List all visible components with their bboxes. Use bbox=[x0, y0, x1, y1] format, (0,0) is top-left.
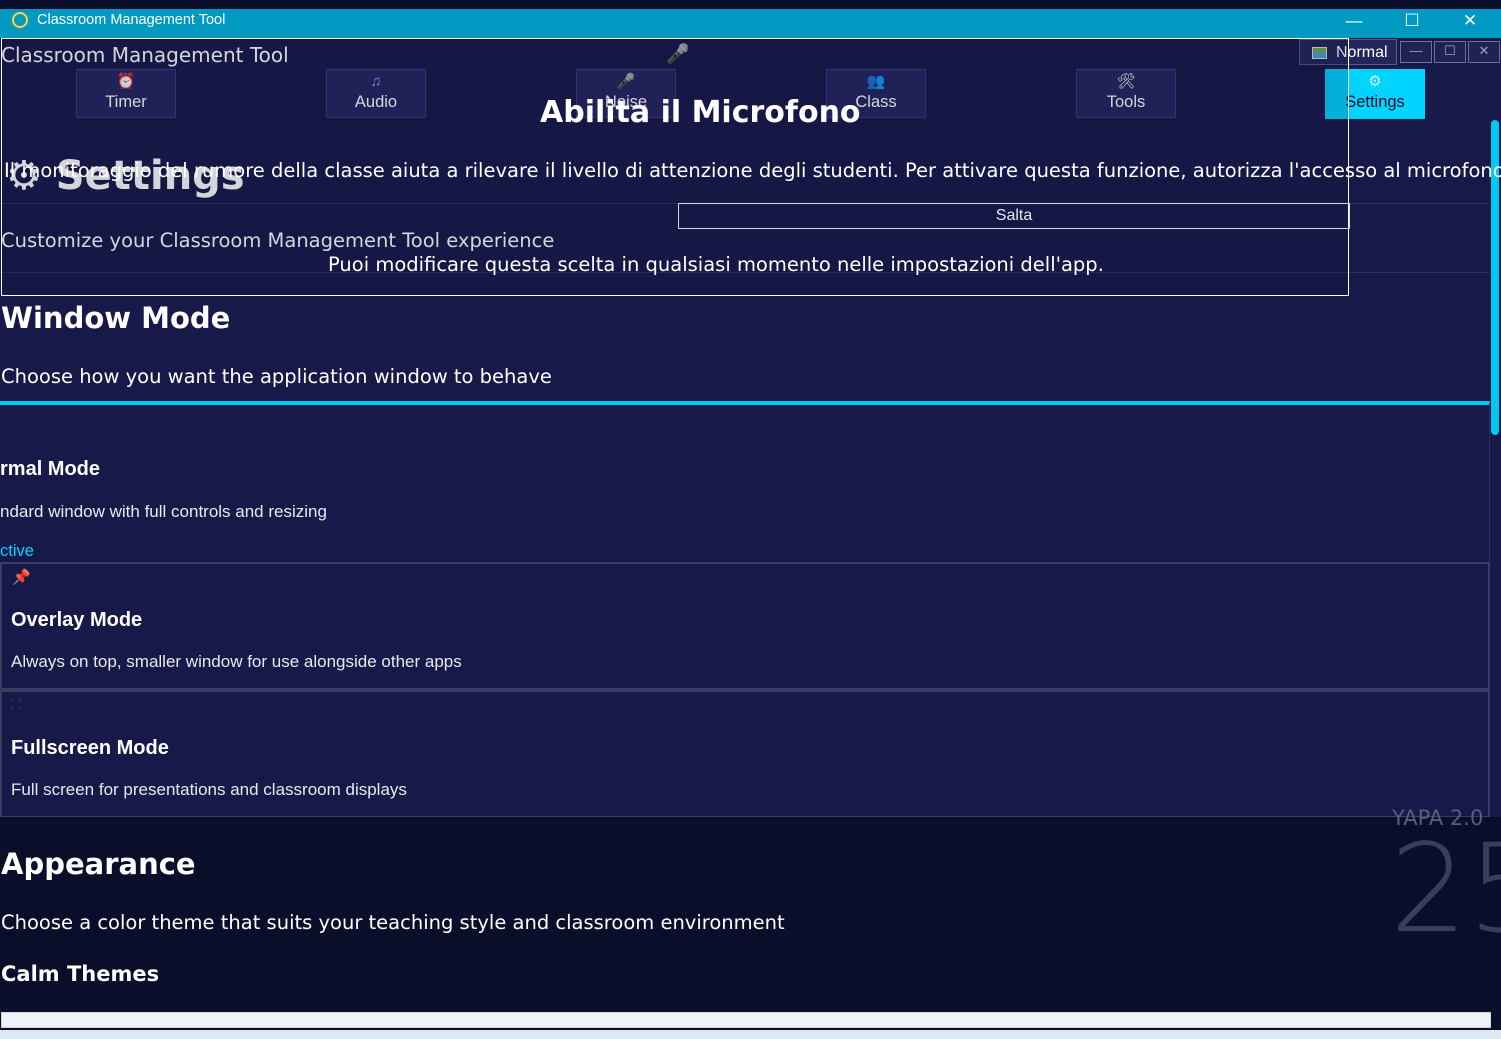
app-minimize-button[interactable]: — bbox=[1400, 41, 1432, 63]
normal-mode-description: ndard window with full controls and resi… bbox=[0, 502, 327, 521]
normal-mode-title: rmal Mode bbox=[0, 458, 101, 480]
appearance-subtitle: Choose a color theme that suits your tea… bbox=[1, 911, 785, 934]
microphone-permission-dialog: Abilita il Microfono Il monitoraggio del… bbox=[1, 38, 1501, 296]
overlay-mode-description: Always on top, smaller window for use al… bbox=[11, 652, 462, 671]
dialog-note: Puoi modificare questa scelta in qualsia… bbox=[328, 253, 1104, 276]
os-minimize-button[interactable]: — bbox=[1326, 9, 1382, 38]
fullscreen-mode-card[interactable]: ⛶ Fullscreen Mode Full screen for presen… bbox=[0, 690, 1490, 818]
active-status-label: ctive bbox=[0, 542, 34, 560]
app-logo-icon bbox=[12, 12, 28, 28]
theme-card-partial[interactable] bbox=[1, 1012, 1491, 1028]
skip-button[interactable]: Salta bbox=[678, 203, 1350, 229]
dialog-title: Abilita il Microfono bbox=[540, 95, 861, 130]
pushpin-icon: 📌 bbox=[12, 569, 31, 586]
fullscreen-mode-description: Full screen for presentations and classr… bbox=[11, 780, 407, 799]
taskbar-edge bbox=[0, 1030, 1501, 1039]
app-close-button[interactable]: ✕ bbox=[1468, 41, 1500, 63]
window-mode-heading: Window Mode bbox=[1, 301, 231, 335]
dialog-message: Il monitoraggio del rumore della classe … bbox=[4, 159, 1501, 182]
window-mode-subtitle: Choose how you want the application wind… bbox=[1, 365, 552, 388]
background-number-watermark: 25 bbox=[1390, 818, 1501, 960]
os-title-bar[interactable]: Classroom Management Tool — ☐ ✕ bbox=[0, 9, 1501, 38]
fullscreen-mode-title: Fullscreen Mode bbox=[11, 737, 169, 759]
app-maximize-button[interactable]: ☐ bbox=[1434, 41, 1466, 63]
normal-mode-card[interactable]: rmal Mode ndard window with full control… bbox=[0, 401, 1490, 562]
os-maximize-button[interactable]: ☐ bbox=[1384, 9, 1440, 38]
overlay-mode-title: Overlay Mode bbox=[11, 609, 143, 631]
os-close-button[interactable]: ✕ bbox=[1442, 9, 1498, 38]
overlay-mode-card[interactable]: 📌 Overlay Mode Always on top, smaller wi… bbox=[0, 562, 1490, 690]
fullscreen-icon: ⛶ bbox=[11, 696, 21, 712]
os-window-title: Classroom Management Tool bbox=[37, 12, 226, 28]
calm-themes-heading: Calm Themes bbox=[1, 962, 160, 986]
appearance-heading: Appearance bbox=[1, 847, 196, 881]
